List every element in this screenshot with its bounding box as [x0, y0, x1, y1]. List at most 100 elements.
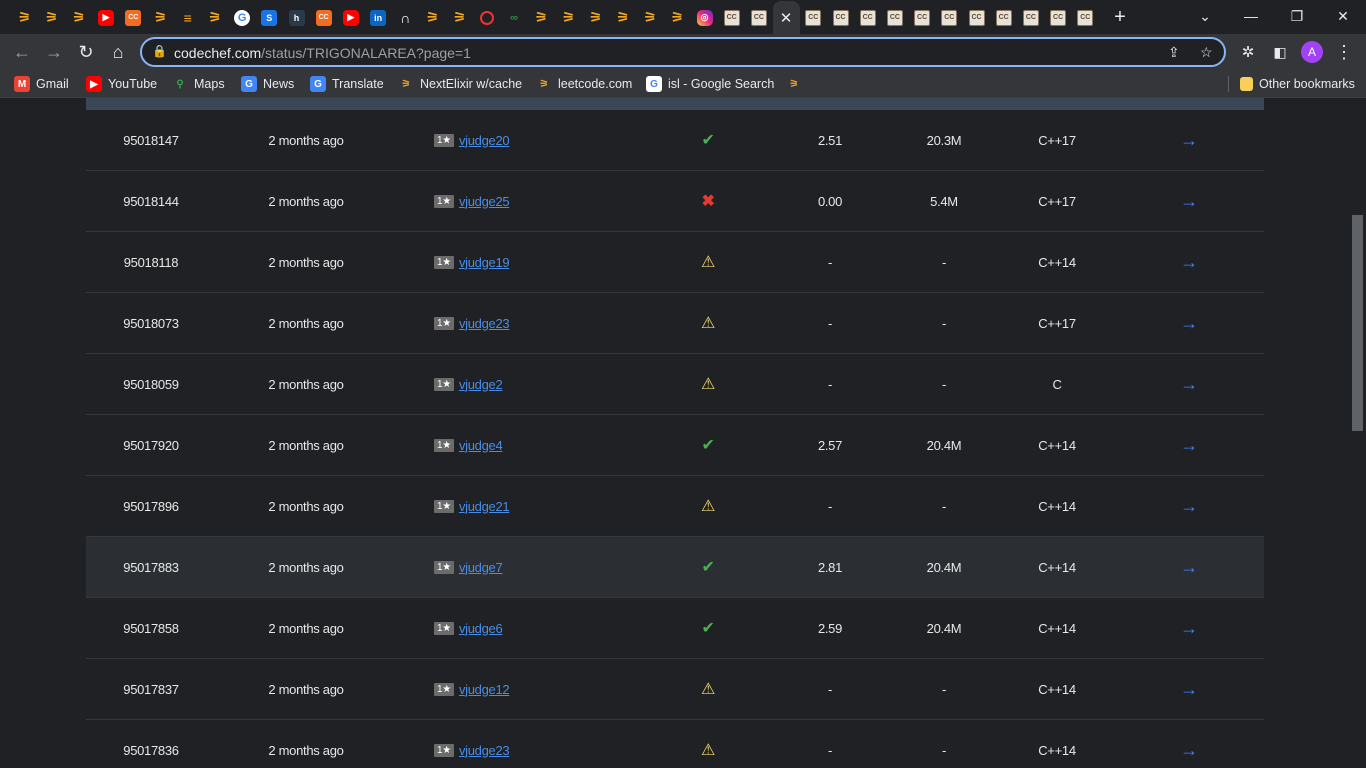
memory: - [941, 315, 947, 331]
tab-codeforces[interactable]: ⚞ [582, 4, 609, 31]
tab-stackoverflow[interactable]: ≡ [174, 4, 201, 31]
codeforces-icon: ⚞ [616, 9, 630, 25]
tab-linkedin[interactable]: in [365, 4, 392, 31]
menu-icon[interactable]: ⋮ [1330, 38, 1358, 66]
tab-codeforces[interactable]: ⚞ [609, 4, 636, 31]
tab-codeforces[interactable]: ⚞ [528, 4, 555, 31]
tab-codeforces[interactable]: ⚞ [555, 4, 582, 31]
reload-icon[interactable]: ↻ [72, 38, 100, 66]
tab-codeforces[interactable]: ⚞ [11, 4, 38, 31]
bookmark-4[interactable]: G Translate [310, 75, 384, 93]
scrollbar-thumb[interactable] [1352, 215, 1363, 431]
tab-codechef[interactable]: CC [718, 4, 745, 31]
username-link[interactable]: vjudge12 [459, 682, 510, 697]
tab-codechef[interactable]: CC [800, 4, 827, 31]
tab-codeforces[interactable]: ⚞ [637, 4, 664, 31]
tab-codeforces[interactable]: ⚞ [664, 4, 691, 31]
tab-instagram[interactable]: ◎ [691, 4, 718, 31]
other-bookmarks[interactable]: Other bookmarks [1240, 75, 1355, 93]
restore-icon[interactable]: ❐ [1274, 4, 1320, 28]
view-solution-arrow-icon[interactable]: → [1176, 720, 1202, 768]
tab-codeforces[interactable]: ⚞ [419, 4, 446, 31]
bookmark-0[interactable]: M Gmail [14, 75, 69, 93]
username-link[interactable]: vjudge4 [459, 438, 503, 453]
tab-codechef[interactable]: CC [909, 4, 936, 31]
view-solution-arrow-icon[interactable]: → [1176, 415, 1202, 475]
home-icon[interactable]: ⌂ [104, 38, 132, 66]
tab-codechef[interactable]: CC [936, 4, 963, 31]
tab-blue-s[interactable]: S [256, 4, 283, 31]
tab-codechef[interactable]: CC [1017, 4, 1044, 31]
bookmark-7[interactable]: Gisl - Google Search [646, 75, 774, 93]
tab-codeforces[interactable]: ⚞ [201, 4, 228, 31]
share-icon[interactable]: ⇪ [1168, 44, 1180, 61]
minimize-icon[interactable]: — [1228, 4, 1274, 28]
tab-codechef[interactable]: CC [1045, 4, 1072, 31]
back-icon[interactable]: ← [8, 38, 36, 66]
tab-youtube[interactable]: ▶ [93, 4, 120, 31]
codechef-icon: CC [723, 9, 740, 26]
tab-notion[interactable]: ∩ [392, 4, 419, 31]
bookmark-3[interactable]: G News [241, 75, 294, 93]
tab-codeforces[interactable]: ⚞ [65, 4, 92, 31]
close-window-icon[interactable]: ✕ [1320, 4, 1366, 28]
tab-google[interactable]: G [229, 4, 256, 31]
tab-codechef[interactable]: CC [1072, 4, 1099, 31]
language: C++14 [1038, 620, 1076, 636]
tab-codechef[interactable]: CC [854, 4, 881, 31]
view-solution-arrow-icon[interactable]: → [1176, 537, 1202, 597]
submission-id: 95017837 [123, 681, 179, 697]
tab-codechef-orange[interactable]: CC [310, 4, 337, 31]
side-panel-icon[interactable]: ◧ [1266, 38, 1294, 66]
tab-codeforces[interactable]: ⚞ [38, 4, 65, 31]
bookmark-6[interactable]: ⚞ leetcode.com [536, 75, 633, 93]
view-solution-arrow-icon[interactable]: → [1176, 354, 1202, 414]
username-link[interactable]: vjudge25 [459, 194, 510, 209]
username-link[interactable]: vjudge2 [459, 377, 503, 392]
username-link[interactable]: vjudge23 [459, 743, 510, 758]
tab-youtube[interactable]: ▶ [337, 4, 364, 31]
forward-icon[interactable]: → [40, 38, 68, 66]
tab-codechef[interactable]: CC [827, 4, 854, 31]
tab-hn[interactable]: h [283, 4, 310, 31]
submission-id: 95017896 [123, 498, 179, 514]
view-solution-arrow-icon[interactable]: → [1176, 232, 1202, 292]
view-solution-arrow-icon[interactable]: → [1176, 293, 1202, 353]
view-solution-arrow-icon[interactable]: → [1176, 598, 1202, 658]
bookmark-codeforces-extra[interactable]: ⚞ [786, 75, 802, 93]
username-link[interactable]: vjudge7 [459, 560, 503, 575]
address-bar[interactable]: 🔒 codechef.com/status/TRIGONALAREA?page=… [140, 37, 1226, 67]
scrollbar[interactable] [1350, 103, 1366, 768]
close-tab-icon[interactable]: ✕ [780, 9, 793, 27]
memory: 5.4M [930, 193, 958, 209]
username-link[interactable]: vjudge19 [459, 255, 510, 270]
extensions-icon[interactable]: ✲ [1234, 38, 1262, 66]
bookmark-2[interactable]: ⚲ Maps [172, 75, 224, 93]
tab-codechef[interactable]: CC [881, 4, 908, 31]
tab-active[interactable]: ✕ [772, 1, 800, 34]
username-link[interactable]: vjudge21 [459, 499, 510, 514]
tab-codechef[interactable]: CC [963, 4, 990, 31]
view-solution-arrow-icon[interactable]: → [1176, 476, 1202, 536]
bookmark-5[interactable]: ⚞ NextElixir w/cache [398, 75, 523, 93]
bookmark-1[interactable]: ▶ YouTube [86, 75, 157, 93]
bookmark-star-icon[interactable]: ☆ [1200, 44, 1213, 61]
tab-gfg[interactable]: ∞ [501, 4, 528, 31]
tab-codeforces[interactable]: ⚞ [446, 4, 473, 31]
username-link[interactable]: vjudge6 [459, 621, 503, 636]
submission-id: 95018059 [123, 376, 179, 392]
new-tab-button[interactable]: + [1108, 5, 1132, 29]
username-link[interactable]: vjudge23 [459, 316, 510, 331]
tab-codechef-orange[interactable]: CC [120, 4, 147, 31]
view-solution-arrow-icon[interactable]: → [1176, 110, 1202, 170]
tab-codeforces[interactable]: ⚞ [147, 4, 174, 31]
username-link[interactable]: vjudge20 [459, 133, 510, 148]
view-solution-arrow-icon[interactable]: → [1176, 659, 1202, 719]
tab-search-icon[interactable]: ⌄ [1182, 4, 1228, 28]
stackoverflow-icon: ≡ [183, 9, 192, 26]
view-solution-arrow-icon[interactable]: → [1176, 171, 1202, 231]
tab-codechef[interactable]: CC [745, 4, 772, 31]
tab-codechef[interactable]: CC [990, 4, 1017, 31]
avatar[interactable]: A [1301, 41, 1323, 63]
tab-quora[interactable] [473, 4, 500, 31]
